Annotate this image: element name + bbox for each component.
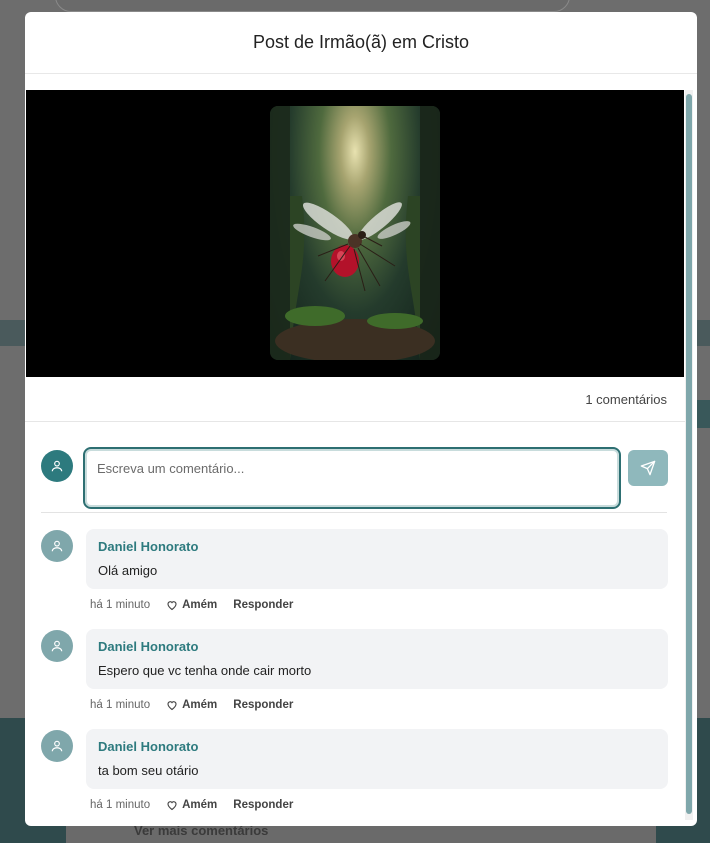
heart-icon [167, 601, 177, 611]
comment-meta: há 1 minuto Amém Responder [90, 699, 293, 711]
comment-time: há 1 minuto [90, 699, 151, 711]
comment-bubble: Daniel Honorato ta bom seu otário [86, 729, 668, 789]
comment-meta: há 1 minuto Amém Responder [90, 799, 293, 811]
modal-body: 1 comentários Escreva um comentário... D… [25, 74, 697, 826]
comment-meta: há 1 minuto Amém Responder [90, 599, 293, 611]
background-search-bar [55, 0, 570, 12]
comment-input[interactable] [83, 447, 621, 509]
amen-button[interactable]: Amém [166, 599, 217, 611]
mosquito-illustration [270, 106, 440, 360]
comment-bubble: Daniel Honorato Olá amigo [86, 529, 668, 589]
comment-text: Olá amigo [98, 563, 158, 578]
post-media [26, 90, 684, 377]
comment-author[interactable]: Daniel Honorato [98, 739, 656, 754]
comments-count: 1 comentários [585, 391, 667, 407]
reply-button[interactable]: Responder [233, 699, 293, 711]
comment-text: Espero que vc tenha onde cair morto [98, 663, 312, 678]
send-comment-button[interactable] [628, 450, 668, 486]
current-user-avatar [41, 450, 73, 482]
comment-composer [41, 436, 668, 509]
comment-time: há 1 minuto [90, 799, 151, 811]
comment-avatar[interactable] [41, 530, 73, 562]
reply-button[interactable]: Responder [233, 799, 293, 811]
modal-header: Post de Irmão(ã) em Cristo [25, 12, 697, 74]
comment-author[interactable]: Daniel Honorato [98, 639, 656, 654]
comments-list: Daniel Honorato Olá amigo há 1 minuto Am… [41, 529, 668, 826]
heart-icon [167, 801, 177, 811]
comment-text: ta bom seu otário [98, 763, 199, 778]
reply-button[interactable]: Responder [233, 599, 293, 611]
amen-label: Amém [182, 799, 218, 811]
comment-item: Daniel Honorato Espero que vc tenha onde… [41, 629, 668, 729]
heart-icon [167, 701, 177, 711]
user-icon [51, 740, 63, 752]
comment-item: Daniel Honorato ta bom seu otário há 1 m… [41, 729, 668, 826]
user-icon [51, 540, 63, 552]
send-icon [640, 460, 656, 476]
comment-avatar[interactable] [41, 730, 73, 762]
composer-divider [41, 512, 667, 513]
amen-button[interactable]: Amém [166, 799, 217, 811]
user-icon [51, 640, 63, 652]
amen-label: Amém [182, 599, 218, 611]
modal-scrollbar[interactable] [685, 90, 693, 820]
comment-avatar[interactable] [41, 630, 73, 662]
modal-scrollbar-thumb[interactable] [686, 94, 692, 814]
user-icon [51, 460, 63, 472]
comment-item: Daniel Honorato Olá amigo há 1 minuto Am… [41, 529, 668, 629]
amen-label: Amém [182, 699, 218, 711]
post-image[interactable] [270, 106, 440, 360]
comment-time: há 1 minuto [90, 599, 151, 611]
modal-title: Post de Irmão(ã) em Cristo [252, 32, 470, 52]
amen-button[interactable]: Amém [166, 699, 217, 711]
comments-count-row: 1 comentários [25, 377, 685, 422]
comment-bubble: Daniel Honorato Espero que vc tenha onde… [86, 629, 668, 689]
comment-author[interactable]: Daniel Honorato [98, 539, 656, 554]
post-modal: Post de Irmão(ã) em Cristo 1 comentários… [25, 12, 697, 826]
